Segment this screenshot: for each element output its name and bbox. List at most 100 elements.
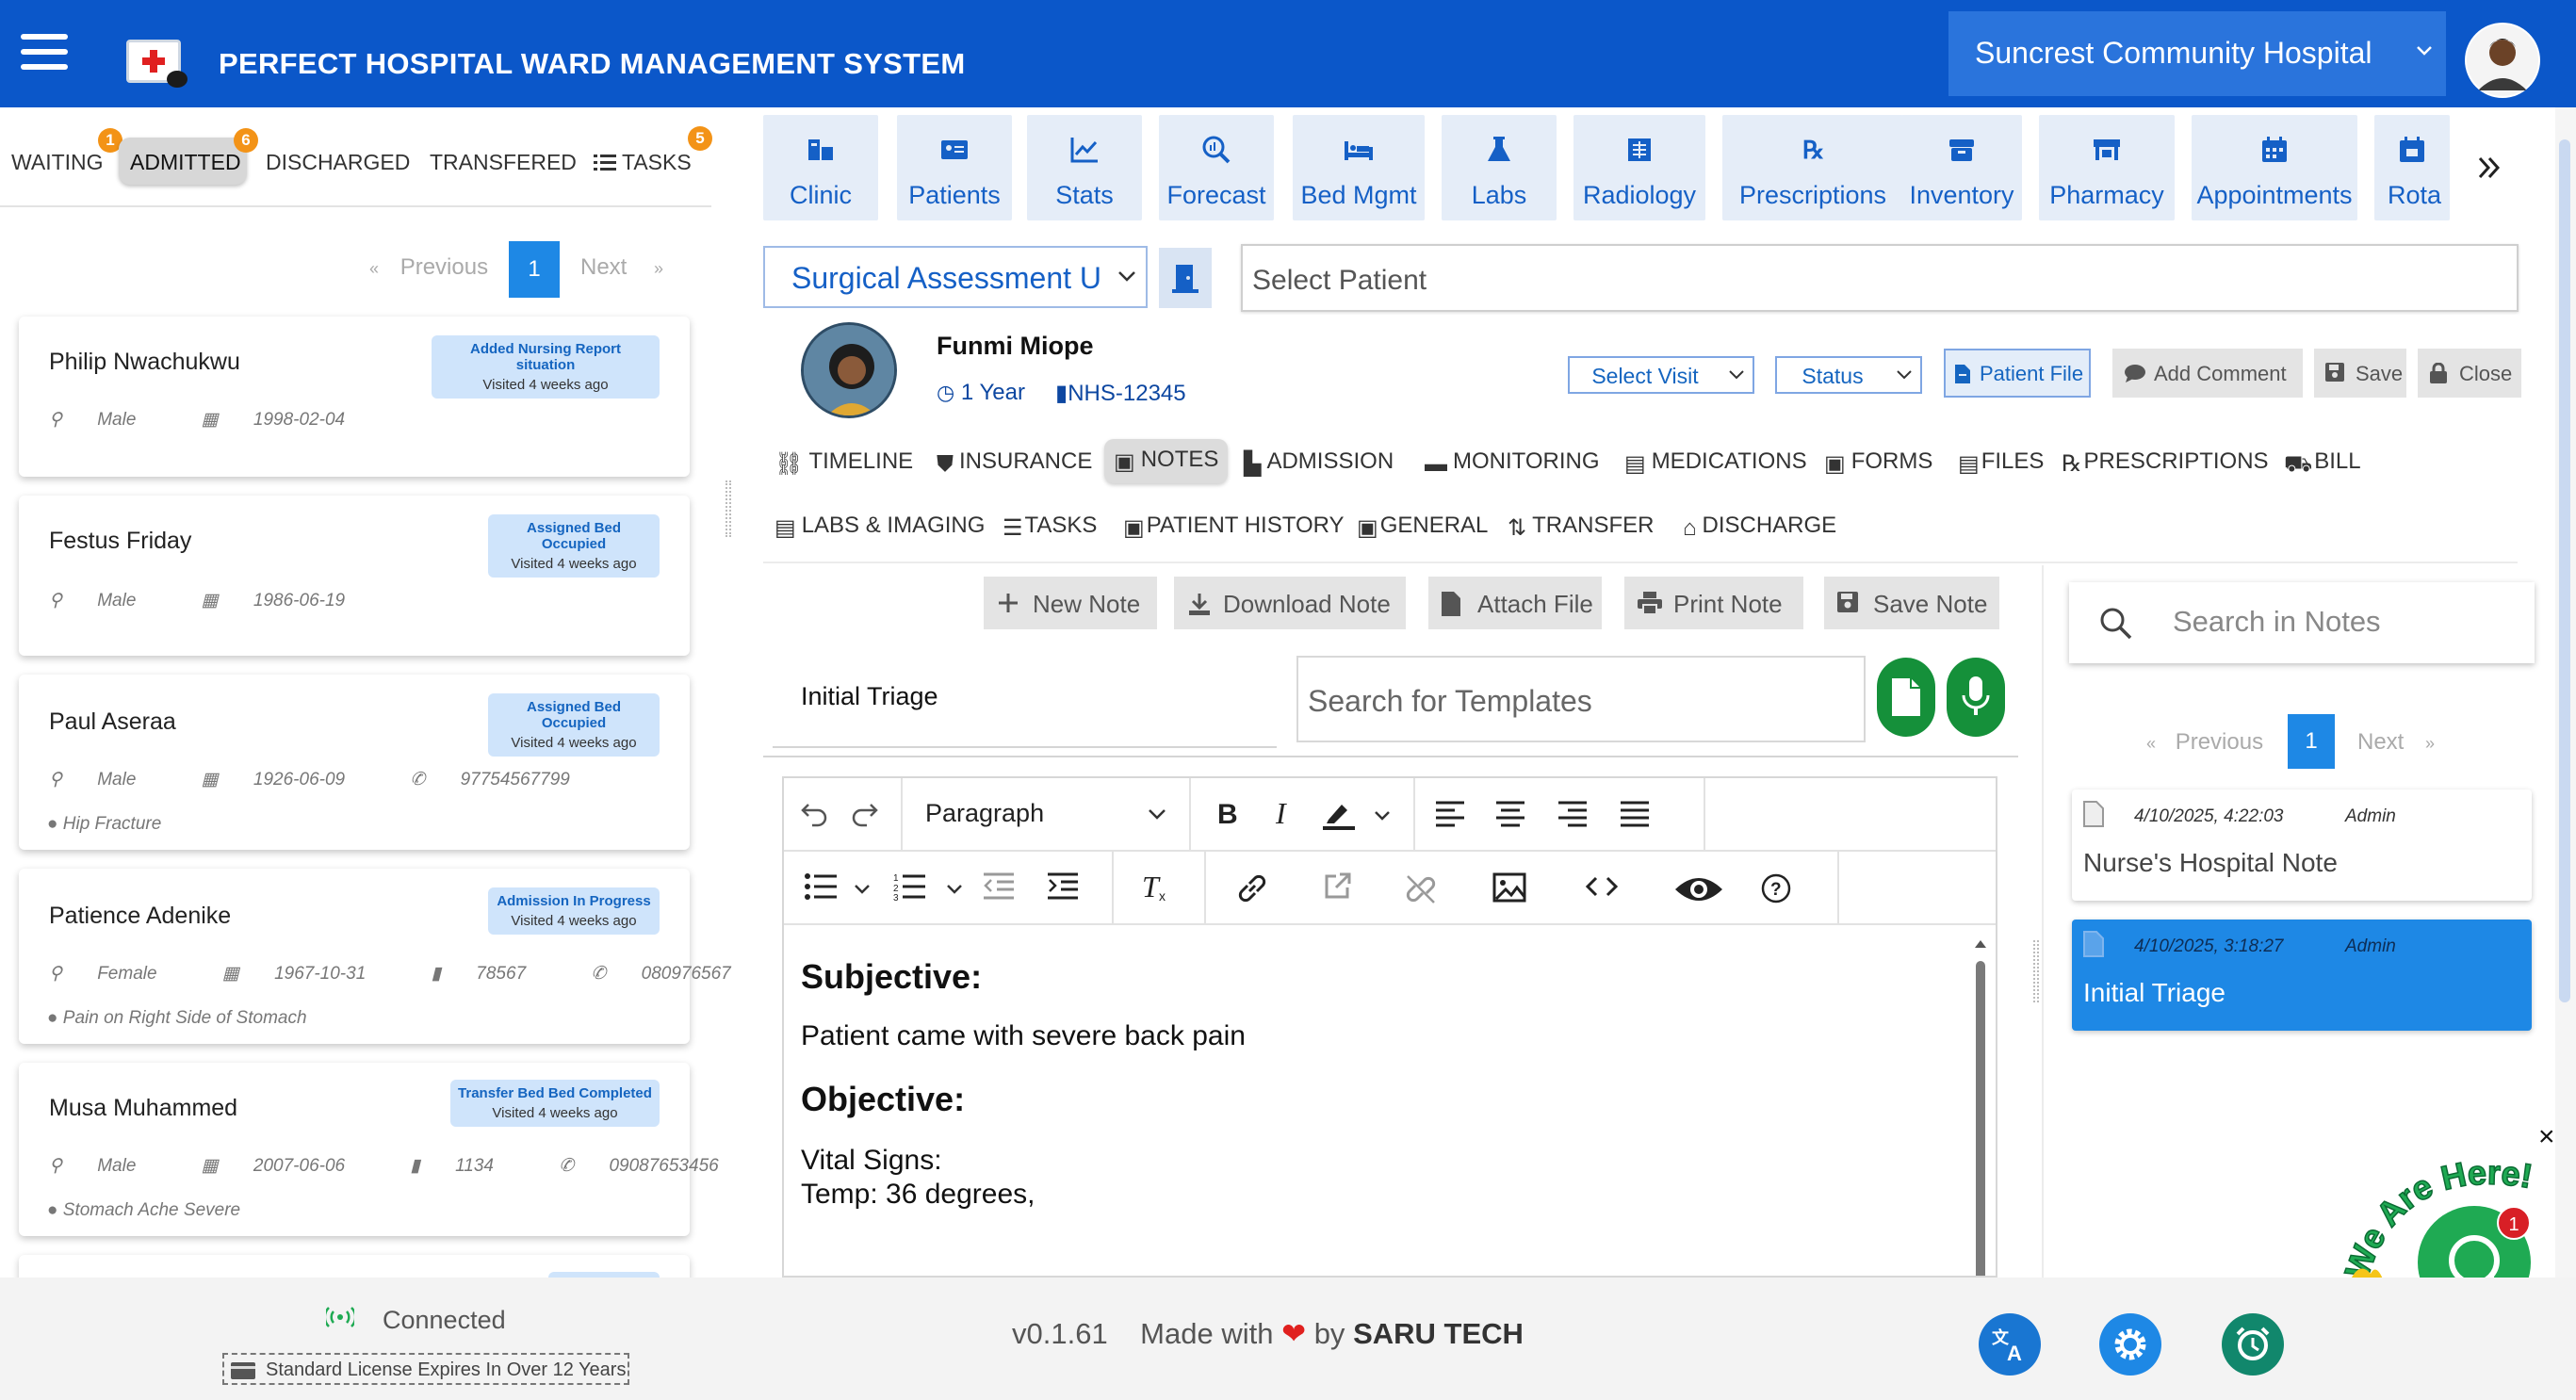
tab-transfered[interactable]: TRANSFERED (418, 138, 588, 185)
module-clinic[interactable]: Clinic (763, 115, 878, 220)
align-right-button[interactable] (1541, 778, 1604, 850)
language-button[interactable]: 文A (1979, 1313, 2041, 1376)
subtab-discharge[interactable]: ⌂ DISCHARGE (1683, 513, 1836, 542)
notes-search-input[interactable]: Search in Notes (2069, 582, 2535, 663)
module-inventory[interactable]: Inventory (1901, 115, 2022, 220)
module-patients[interactable]: Patients (897, 115, 1012, 220)
subtab-bill[interactable]: ⛟BILL (2284, 448, 2361, 480)
unit-select[interactable]: Surgical Assessment Unit (763, 246, 1148, 308)
dictation-button[interactable] (1947, 658, 2005, 737)
close-button[interactable]: Close (2418, 349, 2521, 398)
insert-image-button[interactable] (1470, 852, 1555, 923)
download-note-button[interactable]: Download Note (1174, 577, 1406, 629)
subtab-insurance[interactable]: ⛊ INSURANCE (937, 448, 1092, 478)
save-note-button[interactable]: Save Note (1824, 577, 1999, 629)
clear-formatting-button[interactable]: Tx (1114, 852, 1204, 923)
pager-next-button[interactable]: Next (2357, 729, 2404, 755)
module-forecast[interactable]: Forecast (1159, 115, 1274, 220)
print-note-button[interactable]: Print Note (1624, 577, 1803, 629)
tab-discharged[interactable]: DISCHARGED (254, 138, 421, 185)
tab-admitted[interactable]: ADMITTED (119, 138, 247, 185)
subtab-medications[interactable]: ▤ MEDICATIONS (1624, 448, 1807, 478)
save-button[interactable]: Save (2314, 349, 2406, 398)
highlight-button[interactable] (1308, 778, 1402, 850)
settings-button[interactable] (2099, 1313, 2161, 1376)
module-radiology[interactable]: Radiology (1573, 115, 1705, 220)
module-appointments[interactable]: Appointments (2192, 115, 2357, 220)
editor-content[interactable]: Subjective: Patient came with severe bac… (801, 957, 1932, 1212)
justify-button[interactable] (1604, 778, 1666, 850)
user-avatar[interactable] (2465, 23, 2540, 98)
module-prescriptions[interactable]: ℞ Prescriptions (1722, 115, 1903, 220)
subtab-prescriptions[interactable]: ℞PRESCRIPTIONS (2062, 448, 2269, 478)
block-format-select[interactable]: Paragraph (925, 799, 1044, 828)
subtab-tasks[interactable]: ☰TASKS (1003, 513, 1097, 542)
pager-page-1[interactable]: 1 (509, 241, 560, 298)
tab-waiting[interactable]: WAITING (0, 138, 115, 185)
subtab-transfer[interactable]: ⇅ TRANSFER (1508, 513, 1654, 542)
subtab-notes[interactable]: ▣ NOTES (1104, 439, 1229, 483)
unlink-button[interactable] (1376, 852, 1470, 923)
pager-previous-button[interactable]: Previous (400, 254, 488, 280)
patient-file-button[interactable]: Patient File (1944, 349, 2091, 398)
pager-previous-button[interactable]: Previous (2176, 729, 2263, 755)
add-comment-button[interactable]: Add Comment (2112, 349, 2303, 398)
module-rota[interactable]: Rota (2374, 115, 2450, 220)
bullet-list-button[interactable] (784, 852, 878, 923)
subtab-timeline[interactable]: ⛓ TIMELINE (774, 448, 913, 478)
notes-resize-handle[interactable] (2033, 940, 2039, 1002)
panel-resize-handle[interactable] (726, 480, 731, 537)
module-bed-mgmt[interactable]: Bed Mgmt (1293, 115, 1425, 220)
subtab-general[interactable]: ▣GENERAL (1357, 513, 1488, 542)
patient-card[interactable]: Musa Muhammed Transfer Bed Bed Completed… (19, 1063, 719, 1236)
open-link-button[interactable] (1296, 852, 1376, 923)
tab-tasks[interactable]: TASKS (582, 138, 703, 185)
undo-button[interactable] (784, 778, 837, 850)
status-select[interactable]: Status (1775, 356, 1922, 394)
patient-card[interactable]: Patience Adenike Admission In Progress V… (19, 869, 731, 1044)
align-left-button[interactable] (1417, 778, 1479, 850)
attach-file-button[interactable]: Attach File (1428, 577, 1602, 629)
outdent-button[interactable] (972, 852, 1029, 923)
patient-card[interactable]: Philip Nwachukwu Added Nursing Report si… (19, 317, 690, 477)
subtab-files[interactable]: ▤FILES (1958, 448, 2044, 478)
subtab-admission[interactable]: ▙ ADMISSION (1244, 448, 1394, 478)
patient-card[interactable]: Festus Friday Assigned Bed Occupied Visi… (19, 496, 690, 656)
pager-page-1[interactable]: 1 (2288, 714, 2335, 769)
patient-card[interactable]: Paul Aseraa Assigned Bed Occupied Visite… (19, 675, 690, 850)
pager-next-button[interactable]: Next (580, 254, 627, 280)
template-search-input[interactable]: Search for Templates (1296, 656, 1866, 742)
note-list-item[interactable]: 4/10/2025, 4:22:03 Admin Nurse's Hospita… (2072, 790, 2532, 901)
source-code-button[interactable] (1555, 852, 1649, 923)
module-labs[interactable]: Labs (1442, 115, 1557, 220)
bold-button[interactable]: B (1198, 778, 1255, 850)
note-list-item-selected[interactable]: 4/10/2025, 3:18:27 Admin Initial Triage (2072, 920, 2532, 1031)
double-chevron-right-icon[interactable] (2476, 155, 2503, 181)
subtab-monitoring[interactable]: ▬ MONITORING (1425, 448, 1600, 478)
visit-select[interactable]: Select Visit (1568, 356, 1754, 394)
note-title-field[interactable]: Initial Triage (801, 682, 938, 711)
module-pharmacy[interactable]: Pharmacy (2039, 115, 2175, 220)
page-scrollbar[interactable] (2555, 107, 2576, 1278)
help-button[interactable]: ? (1743, 852, 1837, 923)
scrollbar-thumb[interactable] (2559, 139, 2570, 1002)
ward-door-button[interactable] (1159, 248, 1212, 308)
alarm-button[interactable] (2222, 1313, 2284, 1376)
italic-button[interactable]: I (1255, 778, 1308, 850)
align-center-button[interactable] (1479, 778, 1541, 850)
redo-button[interactable] (837, 778, 893, 850)
numbered-list-button[interactable]: 123 (878, 852, 972, 923)
subtab-patient-history[interactable]: ▣PATIENT HISTORY (1123, 513, 1345, 542)
patient-select[interactable]: Select Patient (1241, 244, 2519, 312)
new-note-button[interactable]: New Note (984, 577, 1157, 629)
indent-button[interactable] (1029, 852, 1101, 923)
insert-link-button[interactable] (1206, 852, 1296, 923)
subtab-labs-imaging[interactable]: ▤ LABS & IMAGING (774, 513, 985, 542)
preview-button[interactable] (1649, 852, 1743, 923)
menu-icon[interactable] (21, 34, 68, 73)
module-stats[interactable]: Stats (1027, 115, 1142, 220)
hospital-select[interactable]: Suncrest Community Hospital (1948, 11, 2446, 96)
editor-scrollbar[interactable] (1973, 936, 1988, 1278)
subtab-forms[interactable]: ▣ FORMS (1824, 448, 1932, 478)
insert-template-button[interactable] (1877, 658, 1935, 737)
